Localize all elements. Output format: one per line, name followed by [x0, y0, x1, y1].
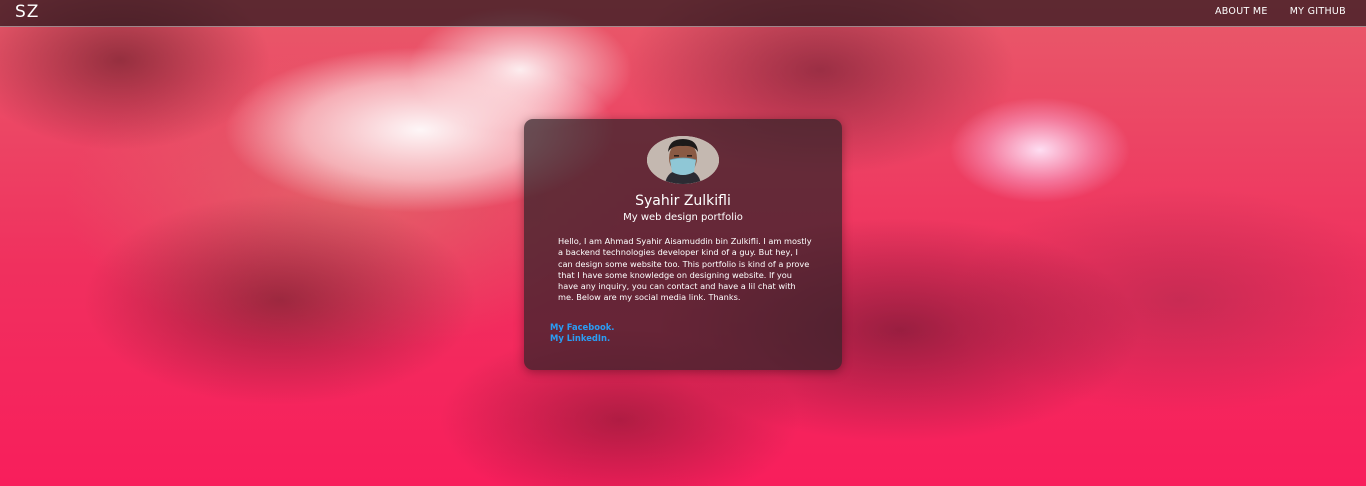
- nav-links: ABOUT ME MY GITHUB: [1215, 6, 1346, 17]
- profile-subtitle: My web design portfolio: [623, 212, 743, 223]
- nav-link-my-github[interactable]: MY GITHUB: [1290, 6, 1346, 17]
- brand-logo-link[interactable]: SZ: [15, 2, 39, 22]
- profile-bio: Hello, I am Ahmad Syahir Aisamuddin bin …: [558, 236, 812, 303]
- facebook-link[interactable]: My Facebook.: [550, 322, 615, 333]
- avatar: [647, 136, 719, 184]
- profile-name: Syahir Zulkifli: [635, 193, 731, 209]
- linkedin-link[interactable]: My LinkedIn.: [550, 333, 615, 344]
- nav-link-about-me[interactable]: ABOUT ME: [1215, 6, 1268, 17]
- profile-card: Syahir Zulkifli My web design portfolio …: [524, 119, 842, 370]
- social-links: My Facebook. My LinkedIn.: [550, 322, 615, 344]
- top-navbar: SZ ABOUT ME MY GITHUB: [0, 0, 1366, 27]
